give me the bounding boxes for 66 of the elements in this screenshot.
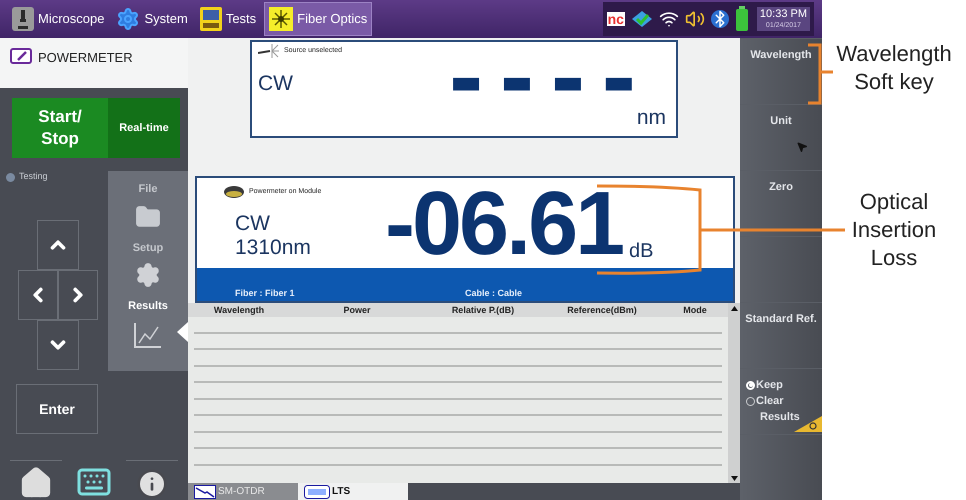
soft-key[interactable]: Zero	[740, 170, 822, 236]
meter-icon	[10, 48, 32, 64]
meter-mode: CW	[235, 212, 270, 236]
source-unit: nm	[636, 105, 666, 131]
laser-icon	[258, 44, 280, 58]
side-menu-item[interactable]: Setup	[108, 240, 188, 288]
folder-icon	[135, 204, 161, 230]
speaker-icon	[684, 9, 705, 29]
column-header: Power	[342, 304, 372, 317]
realtime-button[interactable]: Real-time	[108, 98, 180, 158]
module-icon	[223, 184, 245, 200]
app-tab[interactable]: Microscope	[8, 2, 108, 36]
right-key[interactable]	[58, 270, 98, 320]
column-header: Mode	[682, 304, 708, 317]
soft-key-label: Results	[759, 410, 800, 425]
gear-icon	[135, 262, 161, 288]
app-tab[interactable]: Fiber Optics	[264, 2, 372, 36]
column-header: Wavelength	[212, 304, 266, 317]
option-label: Clear	[756, 394, 784, 409]
trace-icon	[194, 484, 216, 498]
laser-burst-icon	[269, 7, 294, 31]
loss-meter-icon	[304, 484, 330, 498]
left-key[interactable]	[18, 270, 58, 320]
loss-unit: dB	[629, 239, 654, 264]
mouse-pointer-icon	[796, 141, 808, 153]
soft-key[interactable]: Standard Ref.	[740, 302, 822, 368]
connection-check-icon	[630, 10, 653, 28]
selection-pointer-icon	[177, 322, 188, 342]
battery-icon	[734, 6, 751, 32]
side-menu-item[interactable]: File	[108, 181, 188, 230]
soft-key[interactable]: Wavelength	[740, 38, 822, 104]
app-tab[interactable]: Tests	[196, 2, 260, 36]
column-header: Relative P.(dB)	[450, 304, 516, 317]
start-stop-button[interactable]: Start/ Stop	[12, 98, 108, 158]
module-tab[interactable]: LTS	[298, 483, 408, 500]
soft-key[interactable]: Keep Clear Results	[740, 368, 822, 434]
bluetooth-icon	[710, 10, 729, 28]
line-chart-icon	[133, 320, 163, 348]
down-key[interactable]	[37, 320, 79, 370]
info-button[interactable]	[126, 460, 178, 500]
network-logo: nc	[606, 12, 625, 26]
clock-time: 10:33 PM	[760, 7, 807, 21]
home-button[interactable]	[10, 460, 62, 500]
callout-text: Wavelength Soft key	[835, 40, 953, 96]
loss-reading: -06.61	[385, 176, 622, 272]
callout-text: Optical Insertion Loss	[850, 188, 938, 272]
status-label: Testing	[19, 170, 48, 184]
app-title: POWERMETER	[38, 49, 133, 67]
column-header: Reference(dBm)	[566, 304, 638, 317]
source-wavelength: ▬ ▬ ▬ ▬	[450, 62, 639, 102]
scrollbar[interactable]	[728, 303, 740, 483]
enter-button[interactable]: Enter	[16, 384, 98, 434]
up-key[interactable]	[37, 220, 79, 270]
soft-key[interactable]: Unit	[740, 104, 822, 170]
side-menu-item[interactable]: Results	[108, 298, 188, 348]
cable-label: Cable : Cable	[465, 286, 522, 300]
home-icon	[19, 466, 53, 500]
option-label: Keep	[756, 378, 783, 393]
microscope-icon	[12, 7, 34, 31]
fiber-label: Fiber : Fiber 1	[235, 286, 296, 300]
test-set-icon	[200, 7, 222, 31]
meter-wavelength: 1310nm	[235, 236, 311, 260]
radio-button[interactable]	[746, 396, 755, 406]
source-mode: CW	[258, 71, 293, 97]
gear-icon	[116, 7, 140, 31]
app-tab[interactable]: System	[112, 2, 192, 36]
